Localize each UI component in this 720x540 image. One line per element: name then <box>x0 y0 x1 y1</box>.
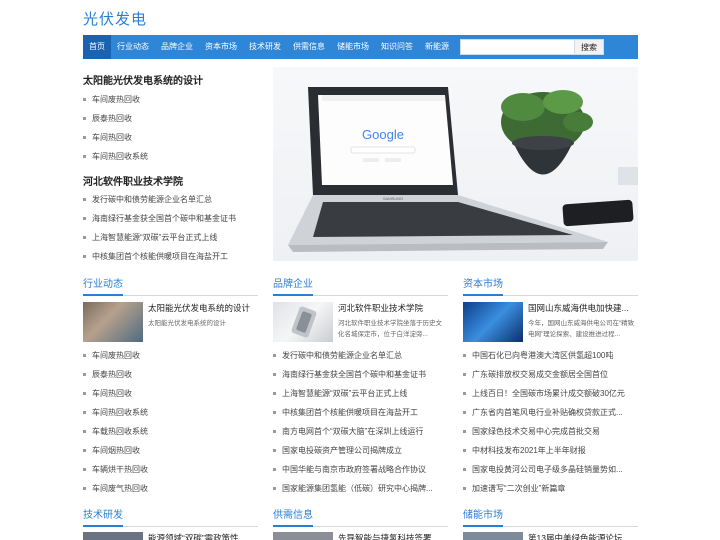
nav-item-capital[interactable]: 资本市场 <box>199 35 243 59</box>
list-item[interactable]: 上海智慧能源“双碳”云平台正式上线 <box>83 228 268 247</box>
list-item[interactable]: 车间烟热回收 <box>83 441 258 460</box>
google-logo: Google <box>362 127 404 142</box>
laptop-illustration: Google SAMSUNG <box>288 87 638 252</box>
list-item[interactable]: 上线百日！全国碳市场累计成交额破30亿元 <box>463 384 638 403</box>
list-item[interactable]: 上海智慧能源“双碳”云平台正式上线 <box>273 384 448 403</box>
feature-title[interactable]: 先导智能与捷氢科技签署... <box>338 532 448 540</box>
device-thumbnail[interactable] <box>273 302 333 342</box>
list-item[interactable]: 加速谱写“二次创业”新篇章 <box>463 479 638 498</box>
list-item[interactable]: 辰泰热回收 <box>83 365 258 384</box>
list-item[interactable]: 国家电投碳资产管理公司揭牌成立 <box>273 441 448 460</box>
section-storage-header: 储能市场 <box>463 509 638 527</box>
list-item[interactable]: 广东碳排放权交易成交金额居全国首位 <box>463 365 638 384</box>
supply-thumbnail[interactable] <box>273 532 333 540</box>
list-item[interactable]: 发行碳中和债劳能源企业名单汇总 <box>83 190 268 209</box>
list-item[interactable]: 广东省内首笔风电行业补贴确权贷款正式... <box>463 403 638 422</box>
list-item[interactable]: 国家能源集团氢能（低碳）研究中心揭牌... <box>273 479 448 498</box>
feature-title[interactable]: 国网山东威海供电加快建... <box>528 302 638 314</box>
feature-title[interactable]: 第13届中美绿色能源论坛... <box>528 532 638 540</box>
list-item[interactable]: 车间热回收系统 <box>83 147 263 166</box>
nav-item-new-energy[interactable]: 新能源 <box>419 35 455 59</box>
storage-thumbnail[interactable] <box>463 532 523 540</box>
headline-1-list: 车间废热回收 辰泰热回收 车间热回收 车间热回收系统 <box>83 90 263 166</box>
industry-list: 车间废热回收 辰泰热回收 车间热回收 车间热回收系统 车载热回收系统 车间烟热回… <box>83 346 258 498</box>
list-item[interactable]: 车间废热回收 <box>83 90 263 109</box>
main-nav: 首页 行业动态 品牌企业 资本市场 技术研发 供需信息 储能市场 知识问答 新能… <box>83 35 638 59</box>
nav-item-storage[interactable]: 储能市场 <box>331 35 375 59</box>
site-title[interactable]: 光伏发电 <box>83 8 147 29</box>
section-brands-header: 品牌企业 <box>273 278 448 296</box>
laptop-brand: SAMSUNG <box>383 196 403 201</box>
list-item[interactable]: 车间热回收 <box>83 384 258 403</box>
list-item[interactable]: 发行碳中和债劳能源企业名单汇总 <box>273 346 448 365</box>
list-item[interactable]: 海南绿行基金获全国首个碳中和基金证书 <box>273 365 448 384</box>
feature-title[interactable]: 能源领域“双碳”需政策性... <box>148 532 258 540</box>
section-title[interactable]: 供需信息 <box>273 510 313 521</box>
nav-item-supply[interactable]: 供需信息 <box>287 35 331 59</box>
feature-desc: 今年，国网山东威海供电公司在“精致电网”理论探索、建设推进过程... <box>528 320 635 338</box>
list-item[interactable]: 车辆烘干热回收 <box>83 460 258 479</box>
list-item[interactable]: 车间热回收 <box>83 128 263 147</box>
capital-list: 中国石化已向粤港澳大湾区供氢超100吨 广东碳排放权交易成交金额居全国首位 上线… <box>463 346 638 498</box>
nav-item-industry[interactable]: 行业动态 <box>111 35 155 59</box>
section-industry-header: 行业动态 <box>83 278 258 296</box>
feature-desc: 太阳能光伏发电系统的设计 <box>148 320 226 327</box>
factory-thumbnail[interactable] <box>83 302 143 342</box>
list-item[interactable]: 车载热回收系统 <box>83 422 258 441</box>
hero-image[interactable]: Google SAMSUNG <box>273 67 638 261</box>
list-item[interactable]: 国家绿色技术交易中心完成首批交易 <box>463 422 638 441</box>
section-title[interactable]: 技术研发 <box>83 510 123 521</box>
device-image <box>291 306 317 338</box>
list-item[interactable]: 中核集团首个核能供暖项目在海盐开工 <box>83 247 268 266</box>
headline-1[interactable]: 太阳能光伏发电系统的设计 <box>83 72 203 87</box>
solar-panel-thumbnail[interactable] <box>463 302 523 342</box>
list-item[interactable]: 车间热回收系统 <box>83 403 258 422</box>
search-button[interactable]: 搜索 <box>574 39 604 55</box>
list-item[interactable]: 中材科技发布2021年上半年财报 <box>463 441 638 460</box>
feature-title[interactable]: 太阳能光伏发电系统的设计 <box>148 302 258 314</box>
section-title[interactable]: 品牌企业 <box>273 279 313 290</box>
nav-item-brands[interactable]: 品牌企业 <box>155 35 199 59</box>
section-tech-header: 技术研发 <box>83 509 258 527</box>
list-item[interactable]: 中国石化已向粤港澳大湾区供氢超100吨 <box>463 346 638 365</box>
section-capital-header: 资本市场 <box>463 278 638 296</box>
nav-item-qa[interactable]: 知识问答 <box>375 35 419 59</box>
headline-2-list: 发行碳中和债劳能源企业名单汇总 海南绿行基金获全国首个碳中和基金证书 上海智慧能… <box>83 190 268 266</box>
headline-2[interactable]: 河北软件职业技术学院 <box>83 173 183 188</box>
list-item[interactable]: 车间废热回收 <box>83 346 258 365</box>
section-supply-header: 供需信息 <box>273 509 448 527</box>
list-item[interactable]: 中核集团首个核能供暖项目在海盐开工 <box>273 403 448 422</box>
list-item[interactable]: 海南绿行基金获全国首个碳中和基金证书 <box>83 209 268 228</box>
section-title[interactable]: 行业动态 <box>83 279 123 290</box>
section-title[interactable]: 资本市场 <box>463 279 503 290</box>
list-item[interactable]: 中国华能与南京市政府签署战略合作协议 <box>273 460 448 479</box>
feature-title[interactable]: 河北软件职业技术学院 <box>338 302 448 314</box>
list-item[interactable]: 国家电投黄河公司电子级多晶硅销量势如... <box>463 460 638 479</box>
feature-desc: 河北软件职业技术学院坐落于历史文化名城保定市，位于白洋淀旁... <box>338 320 442 338</box>
section-title[interactable]: 储能市场 <box>463 510 503 521</box>
nav-item-home[interactable]: 首页 <box>83 35 111 59</box>
list-item[interactable]: 车间废气热回收 <box>83 479 258 498</box>
list-item[interactable]: 辰泰热回收 <box>83 109 263 128</box>
list-item[interactable]: 南方电网首个“双碳大脑”在深圳上线运行 <box>273 422 448 441</box>
brands-list: 发行碳中和债劳能源企业名单汇总 海南绿行基金获全国首个碳中和基金证书 上海智慧能… <box>273 346 448 498</box>
tech-thumbnail[interactable] <box>83 532 143 540</box>
nav-item-tech[interactable]: 技术研发 <box>243 35 287 59</box>
